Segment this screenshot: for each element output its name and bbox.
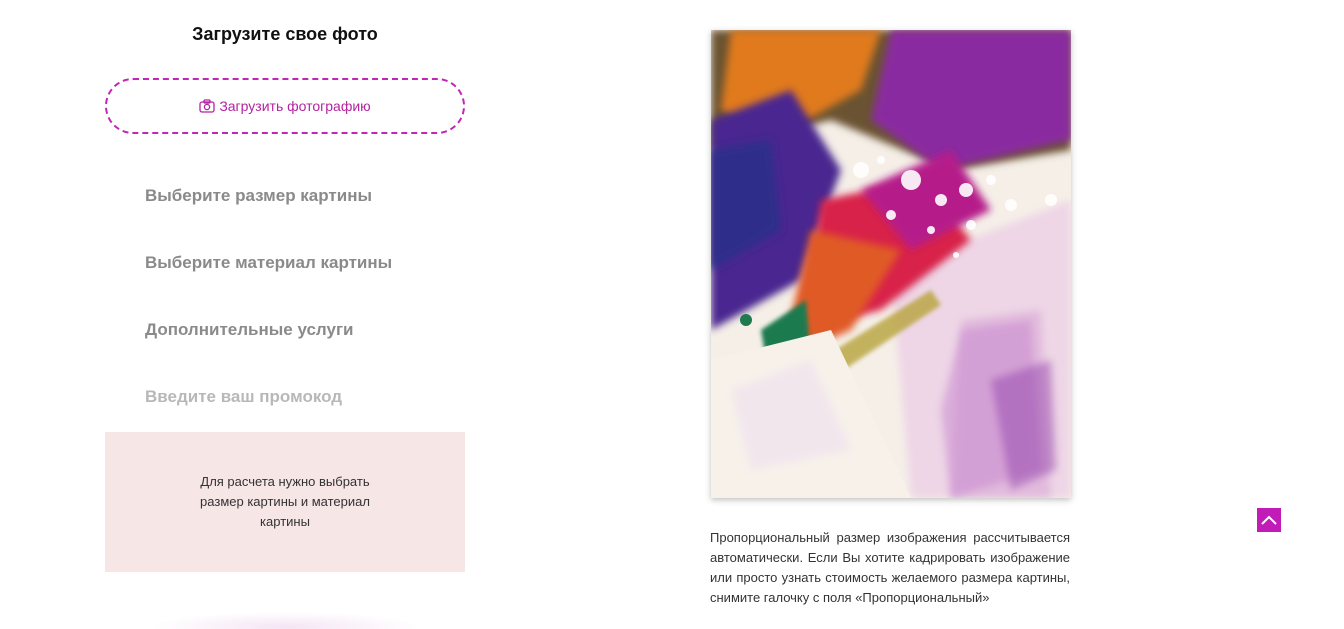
upload-photo-label: Загрузить фотографию (219, 98, 371, 114)
image-preview (711, 30, 1071, 498)
step-choose-size[interactable]: Выберите размер картины (145, 186, 372, 206)
bottom-glow-decoration (150, 612, 420, 629)
proportional-size-note: Пропорциональный размер изображения расс… (710, 530, 1070, 605)
price-calc-message: Для расчета нужно выбрать размер картины… (200, 474, 370, 529)
upload-photo-button[interactable]: Загрузить фотографию (105, 78, 465, 134)
chevron-up-icon (1261, 515, 1277, 525)
upload-title: Загрузите свое фото (192, 24, 378, 44)
camera-icon (199, 99, 215, 113)
step-additional-services[interactable]: Дополнительные услуги (145, 320, 354, 340)
price-calc-box: Для расчета нужно выбрать размер картины… (105, 432, 465, 572)
step-choose-material[interactable]: Выберите материал картины (145, 253, 392, 273)
scroll-to-top-button[interactable] (1257, 508, 1281, 532)
step-promo-code[interactable]: Введите ваш промокод (145, 387, 342, 407)
page: Загрузите свое фото Загрузить фотографию… (0, 0, 1344, 629)
